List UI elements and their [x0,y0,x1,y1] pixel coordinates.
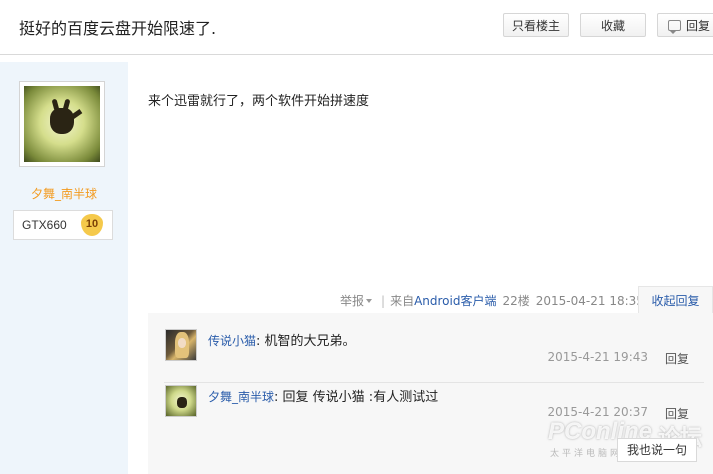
chevron-down-icon[interactable] [366,298,373,303]
avatar[interactable] [19,81,105,167]
reply-button[interactable]: 回复 [657,13,713,37]
comment-body: 传说小猫: 机智的大兄弟。 [208,334,356,349]
favorite-button[interactable]: 收藏 [580,13,646,37]
comment-body: 夕舞_南半球: 回复 传说小猫 :有人测试过 [208,390,439,405]
floor-number: 22楼 [502,294,530,308]
level-badge: 10 [81,214,103,236]
comment-text: 机智的大兄弟。 [264,334,356,349]
post-content: 来个迅雷就行了，两个软件开始拼速度 [148,94,370,109]
comment-icon [668,19,681,34]
author-sidebar: 夕舞_南半球 GTX660 10 [0,62,128,474]
divider: | [381,293,386,308]
gpu-label: GTX660 [22,218,67,232]
report-link[interactable]: 举报 [340,292,364,309]
source-prefix: 来自 [390,294,415,308]
thread-header: 挺好的百度云盘开始限速了. 只看楼主 收藏 回复 [0,0,713,55]
author-username[interactable]: 夕舞_南半球 [0,185,128,202]
comment-item: 夕舞_南半球: 回复 传说小猫 :有人测试过 2015-4-21 20:37 回… [164,382,704,421]
source-link[interactable]: Android客户端 [414,292,496,309]
comment-time: 2015-4-21 19:43 [547,350,649,364]
add-comment-button[interactable]: 我也说一句 [617,438,697,462]
only-op-button[interactable]: 只看楼主 [503,13,569,37]
post-meta: 举报 | 来自 Android客户端 22楼 2015-04-21 18:35 [340,292,644,309]
avatar-image [24,86,100,162]
post-datetime: 2015-04-21 18:35 [535,293,644,308]
comment-author[interactable]: 传说小猫 [208,334,256,348]
comment-author[interactable]: 夕舞_南半球 [208,390,274,404]
comment-avatar[interactable] [165,385,197,417]
comment-time: 2015-4-21 20:37 [547,405,649,419]
user-device-badge: GTX660 10 [13,210,113,240]
thread-title: 挺好的百度云盘开始限速了. [19,19,217,38]
comment-reply-link[interactable]: 回复 [665,350,689,367]
reply-button-label: 回复 [686,18,711,33]
comment-reply-link[interactable]: 回复 [665,405,689,422]
comment-avatar[interactable] [165,329,197,361]
comment-text: 回复 传说小猫 :有人测试过 [282,390,439,405]
collapse-replies-button[interactable]: 收起回复 [638,286,713,314]
